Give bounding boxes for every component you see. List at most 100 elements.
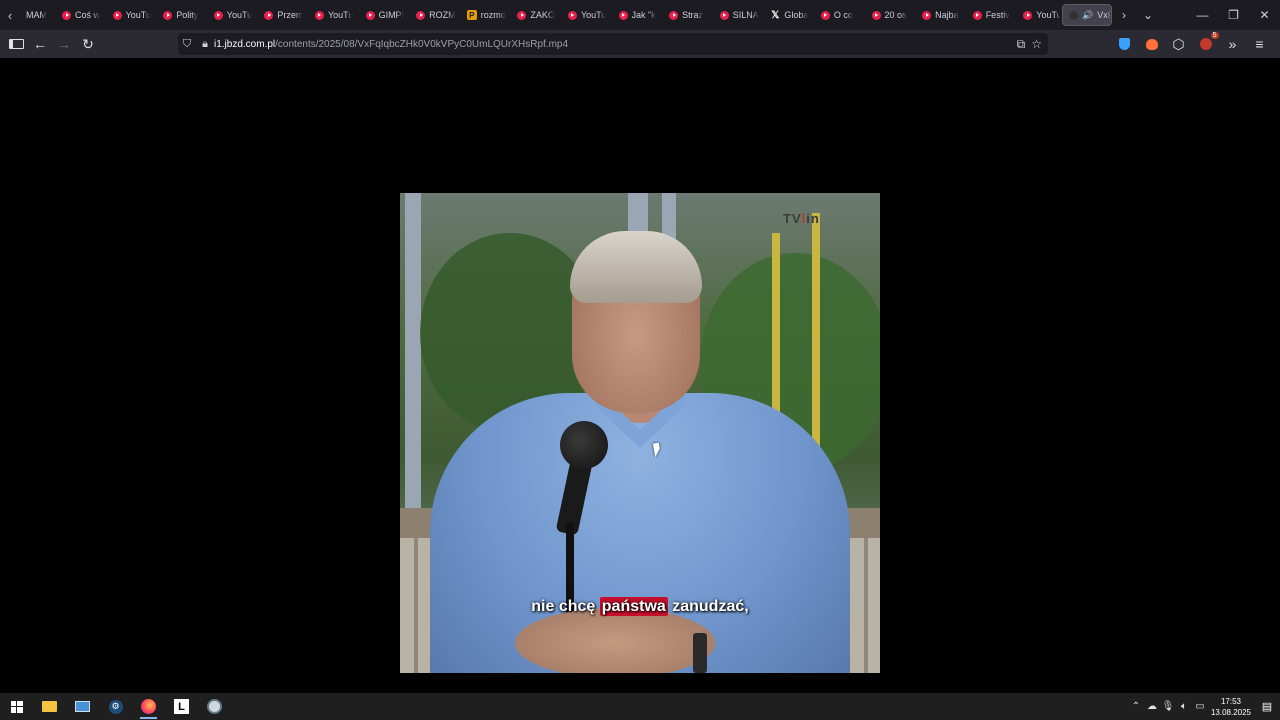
tab-label: Polity: [176, 10, 199, 20]
tab-label: O co: [833, 10, 853, 20]
tab-1[interactable]: Coś w: [56, 4, 107, 26]
tab-2[interactable]: YouTu: [107, 4, 158, 26]
x-icon: 𝕏: [771, 9, 780, 21]
url-host: i1.jbzd.com.pl: [214, 38, 276, 50]
tabs-scroll-left-icon[interactable]: ‹: [0, 0, 20, 30]
show-hidden-icons-icon[interactable]: ⌃: [1128, 693, 1144, 720]
tab-13[interactable]: Straż: [663, 4, 714, 26]
ublock-extension-icon[interactable]: 5: [1193, 32, 1219, 56]
tab-15[interactable]: 𝕏 Globa: [764, 4, 815, 26]
tab-19[interactable]: Festiv: [967, 4, 1018, 26]
network-icon[interactable]: ▭: [1192, 693, 1208, 720]
subtitle-before: nie chcę: [531, 598, 596, 615]
tab-label: YouTu: [327, 10, 354, 20]
youtube-icon: [163, 10, 173, 20]
clock-date: 13.08.2025: [1210, 707, 1252, 717]
firefox-icon: [141, 699, 156, 714]
tab-label: Festiv: [985, 10, 1010, 20]
start-button[interactable]: [0, 693, 33, 720]
youtube-icon: [719, 10, 729, 20]
restore-icon[interactable]: ❐: [1218, 0, 1249, 30]
onedrive-cloud-icon[interactable]: ☁: [1144, 693, 1160, 720]
forward-icon[interactable]: →: [52, 32, 76, 56]
tab-label: YouTu: [226, 10, 253, 20]
media-icon: [1069, 10, 1078, 20]
tab-5[interactable]: Przem: [258, 4, 309, 26]
youtube-icon: [314, 10, 324, 20]
youtube-icon: [213, 10, 223, 20]
tab-14[interactable]: SILNA: [714, 4, 765, 26]
navigation-toolbar: ← → ↻ ⛉ 🔒︎ i1.jbzd.com.pl /contents/2025…: [0, 30, 1280, 58]
tabs-list: MAM Coś w YouTu Polity YouTu Przem YouTu GIMPI R…: [20, 0, 1060, 30]
back-icon[interactable]: ←: [28, 32, 52, 56]
overflow-menu-icon[interactable]: »: [1220, 32, 1245, 56]
tab-0[interactable]: MAM: [20, 4, 56, 26]
youtube-icon: [669, 10, 679, 20]
tab-8[interactable]: ROZM: [410, 4, 461, 26]
sidebar-toggle-icon[interactable]: [4, 32, 28, 56]
tab-12[interactable]: Jak "k: [613, 4, 664, 26]
tab-7[interactable]: GIMPI: [360, 4, 411, 26]
address-bar[interactable]: ⛉ 🔒︎ i1.jbzd.com.pl /contents/2025/08/Vx…: [178, 33, 1048, 55]
tab-9[interactable]: Prozmo: [461, 4, 512, 26]
tab-6[interactable]: YouTu: [309, 4, 360, 26]
tab-active[interactable]: 🔊 VxF: [1062, 4, 1112, 26]
tab-4[interactable]: YouTu: [208, 4, 259, 26]
tab-label: Straż: [682, 10, 704, 20]
clock-time: 17:53: [1220, 696, 1242, 706]
extensions-puzzle-icon[interactable]: ⬡: [1166, 32, 1191, 56]
p-site-icon: P: [466, 10, 477, 20]
close-window-icon[interactable]: ✕: [1249, 0, 1280, 30]
tab-10[interactable]: ZAKO: [511, 4, 562, 26]
tab-label: Coś w: [75, 10, 101, 20]
list-all-tabs-icon[interactable]: ⌄: [1136, 0, 1160, 30]
page-content: TVlin nie chcę państwa zanudzać,: [0, 58, 1280, 693]
app-button[interactable]: [198, 693, 231, 720]
bookmark-star-icon[interactable]: ☆: [1031, 37, 1042, 51]
youtube-icon: [112, 10, 122, 20]
system-tray: ⌃ ☁ 🎙︎ 🔈︎ ▭ 17:53 13.08.2025 ▤: [1128, 693, 1280, 720]
file-explorer-button[interactable]: [33, 693, 66, 720]
tabs-scroll-right-icon[interactable]: ›: [1112, 0, 1136, 30]
tab-17[interactable]: 20 os: [866, 4, 917, 26]
youtube-icon: [365, 10, 375, 20]
tab-label: SILNA: [732, 10, 759, 20]
speaker-icon[interactable]: 🔊: [1082, 10, 1093, 21]
tab-11[interactable]: YouTu: [562, 4, 613, 26]
firefox-button[interactable]: [132, 693, 165, 720]
tracking-protection-icon[interactable]: ⛉: [178, 38, 196, 51]
notifications-icon[interactable]: ▤: [1254, 693, 1280, 720]
youtube-icon: [618, 10, 628, 20]
youtube-icon: [62, 10, 71, 20]
tab-3[interactable]: Polity: [157, 4, 208, 26]
tab-label: YouTu: [1036, 10, 1060, 20]
folder-icon: [42, 701, 57, 712]
tab-20[interactable]: YouTu: [1017, 4, 1060, 26]
tab-label: YouTu: [125, 10, 151, 20]
steam-button[interactable]: ⚙: [99, 693, 132, 720]
lock-icon[interactable]: 🔒︎: [196, 38, 214, 51]
tab-label: GIMPI: [378, 10, 405, 20]
youtube-icon: [416, 10, 426, 20]
picture-in-picture-icon[interactable]: ⧉: [1017, 37, 1026, 52]
hamburger-menu-icon[interactable]: ≡: [1247, 32, 1272, 56]
reload-icon[interactable]: ↻: [76, 32, 100, 56]
video-player[interactable]: TVlin nie chcę państwa zanudzać,: [400, 193, 880, 673]
tab-16[interactable]: O co: [815, 4, 866, 26]
video-subtitle: nie chcę państwa zanudzać,: [400, 597, 880, 616]
window-controls: — ❐ ✕: [1187, 0, 1280, 30]
volume-icon[interactable]: 🔈︎: [1176, 693, 1192, 720]
clock[interactable]: 17:53 13.08.2025: [1208, 696, 1254, 718]
tab-18[interactable]: Najba: [916, 4, 967, 26]
youtube-icon: [922, 10, 932, 20]
minimize-icon[interactable]: —: [1187, 0, 1218, 30]
subtitle-after: zanudzać,: [672, 598, 749, 615]
shield-extension-icon[interactable]: [1112, 32, 1137, 56]
tab-label: ROZM: [429, 10, 456, 20]
remote-desktop-button[interactable]: [66, 693, 99, 720]
video-scene: [405, 193, 421, 523]
microphone-icon[interactable]: 🎙︎: [1160, 693, 1176, 720]
app-l-button[interactable]: L: [165, 693, 198, 720]
tab-label: ZAKO: [530, 10, 555, 20]
fox-extension-icon[interactable]: [1139, 32, 1164, 56]
